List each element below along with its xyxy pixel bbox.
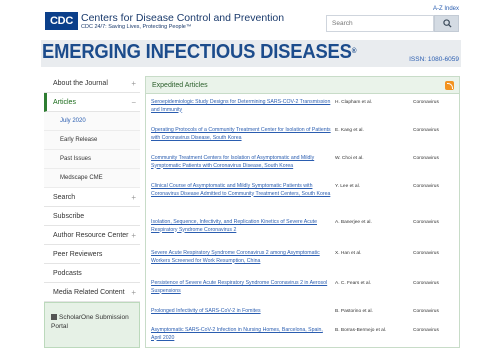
article-link[interactable]: Operating Protocols of a Community Treat… xyxy=(151,127,333,142)
article-authors: W. Choi et al. xyxy=(335,156,364,161)
sidebar-item-about[interactable]: About the Journal + xyxy=(44,74,140,93)
article-link[interactable]: Community Treatment Centers for Isolatio… xyxy=(151,155,333,170)
sidebar-item-label: Media Related Content xyxy=(53,289,125,296)
sidebar-subitem-early-release[interactable]: Early Release xyxy=(44,131,140,150)
sidebar-item-media-related-content[interactable]: Media Related Content + xyxy=(44,283,140,302)
article-category: Coronavirus xyxy=(413,100,439,105)
expand-icon[interactable]: + xyxy=(131,226,136,245)
sidebar-item-author-resource-center[interactable]: Author Resource Center + xyxy=(44,226,140,245)
article-link[interactable]: Asymptomatic SARS-CoV-2 Infection in Nur… xyxy=(151,327,333,342)
sidebar-subitem-past-issues[interactable]: Past Issues xyxy=(44,150,140,169)
article-link[interactable]: Clinical Course of Asymptomatic and Mild… xyxy=(151,183,333,198)
article-link[interactable]: Seroepidemiologic Study Designs for Dete… xyxy=(151,99,333,114)
sidebar-item-subscribe[interactable]: Subscribe xyxy=(44,207,140,226)
sidebar-item-podcasts[interactable]: Podcasts xyxy=(44,264,140,283)
article-link[interactable]: Severe Acute Respiratory Syndrome Corona… xyxy=(151,250,333,265)
article-authors: H. Clapham et al. xyxy=(335,100,373,105)
article-category: Coronavirus xyxy=(413,184,439,189)
sidebar-item-label: Articles xyxy=(53,99,76,106)
search-icon xyxy=(443,19,452,28)
article-category: Coronavirus xyxy=(413,128,439,133)
sidebar-item-label: Subscribe xyxy=(53,213,85,220)
sidebar-item-articles[interactable]: Articles − xyxy=(44,93,140,112)
sidebar-item-label: Podcasts xyxy=(53,270,82,277)
search-input[interactable] xyxy=(326,15,434,32)
site-header: CDC Centers for Disease Control and Prev… xyxy=(0,0,500,38)
article-authors: B. Borras-Bermejo et al. xyxy=(335,328,387,333)
article-category: Coronavirus xyxy=(413,251,439,256)
org-name[interactable]: Centers for Disease Control and Preventi… xyxy=(81,12,284,24)
scholarone-label: ScholarOne Submission Portal xyxy=(51,314,129,330)
article-authors: B. Pastorino et al. xyxy=(335,309,373,314)
article-authors: Y. Lee et al. xyxy=(335,184,360,189)
article-authors: E. Kang et al. xyxy=(335,128,364,133)
journal-banner[interactable]: EMERGING INFECTIOUS DISEASES® xyxy=(41,40,461,67)
sidebar-item-search[interactable]: Search + xyxy=(44,188,140,207)
sidebar-subitem-july-2020[interactable]: July 2020 xyxy=(44,112,140,131)
article-category: Coronavirus xyxy=(413,281,439,286)
scholarone-portal-link[interactable]: ScholarOne Submission Portal xyxy=(44,302,140,348)
article-authors: X. Han et al. xyxy=(335,251,362,256)
expand-icon[interactable]: + xyxy=(131,188,136,207)
sidebar-item-label: Search xyxy=(53,194,76,201)
article-category: Coronavirus xyxy=(413,309,439,314)
external-link-icon xyxy=(51,314,57,321)
expedited-articles-panel: Expedited Articles Seroepidemiologic Stu… xyxy=(145,76,460,348)
article-link[interactable]: Persistence of Severe Acute Respiratory … xyxy=(151,280,333,295)
collapse-icon[interactable]: − xyxy=(131,93,136,112)
journal-title: EMERGING INFECTIOUS DISEASES® xyxy=(42,41,357,63)
article-authors: A. Banerjee et al. xyxy=(335,220,372,225)
panel-header: Expedited Articles xyxy=(146,77,459,94)
article-authors: A. C. Fears et al. xyxy=(335,281,371,286)
rss-icon[interactable] xyxy=(445,81,454,90)
panel-title: Expedited Articles xyxy=(152,82,208,89)
sidebar-item-label: About the Journal xyxy=(53,80,108,87)
az-index-link[interactable]: A-Z Index xyxy=(433,6,459,12)
article-link[interactable]: Prolonged Infectivity of SARS-CoV-2 in F… xyxy=(151,308,333,316)
article-link[interactable]: Isolation, Sequence, Infectivity, and Re… xyxy=(151,219,333,234)
article-category: Coronavirus xyxy=(413,220,439,225)
issn-label: ISSN: 1080-6059 xyxy=(409,56,459,63)
article-category: Coronavirus xyxy=(413,156,439,161)
sidebar-nav: About the Journal + Articles − July 2020… xyxy=(44,74,140,302)
sidebar-subitem-medscape-cme[interactable]: Medscape CME xyxy=(44,169,140,188)
search-button[interactable] xyxy=(434,15,459,32)
sidebar-item-peer-reviewers[interactable]: Peer Reviewers xyxy=(44,245,140,264)
expand-icon[interactable]: + xyxy=(131,74,136,93)
sidebar-item-label: Peer Reviewers xyxy=(53,251,103,258)
expand-icon[interactable]: + xyxy=(131,283,136,302)
article-category: Coronavirus xyxy=(413,328,439,333)
org-tagline: CDC 24/7: Saving Lives, Protecting Peopl… xyxy=(81,24,192,30)
cdc-logo[interactable]: CDC xyxy=(45,12,78,30)
sidebar-item-label: Author Resource Center xyxy=(53,232,129,239)
